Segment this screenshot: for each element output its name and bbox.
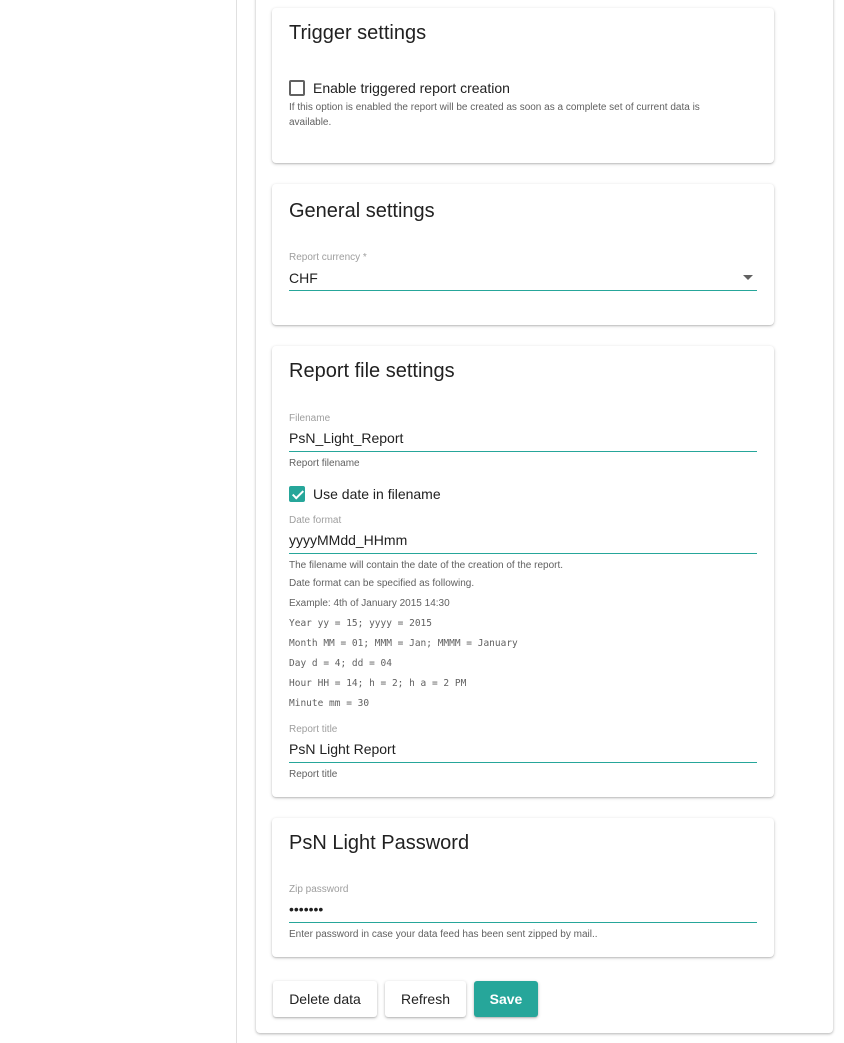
- filename-underline: [289, 451, 757, 452]
- zip-password-underline: [289, 922, 757, 923]
- sidebar-divider: [236, 0, 237, 1043]
- checkbox-label: Enable triggered report creation: [313, 80, 510, 96]
- currency-label: Report currency *: [289, 252, 367, 263]
- currency-select[interactable]: CHF: [289, 270, 318, 286]
- filename-hint: Report filename: [289, 458, 360, 469]
- zip-password-label: Zip password: [289, 884, 349, 895]
- filename-label: Filename: [289, 413, 331, 424]
- date-format-underline: [289, 553, 757, 554]
- filename-input[interactable]: PsN_Light_Report: [289, 430, 403, 446]
- card-title: General settings: [289, 200, 435, 222]
- general-settings-card: General settings Report currency * CHF: [272, 184, 774, 325]
- checkbox-box[interactable]: [289, 80, 305, 96]
- refresh-button[interactable]: Refresh: [385, 981, 466, 1017]
- enable-triggered-checkbox[interactable]: Enable triggered report creation: [289, 80, 510, 96]
- zip-password-hint: Enter password in case your data feed ha…: [289, 929, 598, 940]
- password-card: PsN Light Password Zip password ••••••• …: [272, 818, 774, 957]
- date-example: Hour HH = 14; h = 2; h a = 2 PM: [289, 678, 467, 689]
- report-file-settings-card: Report file settings Filename PsN_Light_…: [272, 346, 774, 797]
- date-example: Minute mm = 30: [289, 698, 370, 709]
- date-format-label: Date format: [289, 515, 342, 526]
- card-title: Trigger settings: [289, 22, 427, 44]
- report-title-underline: [289, 762, 757, 763]
- card-title: PsN Light Password: [289, 832, 470, 854]
- trigger-hint: If this option is enabled the report wil…: [289, 102, 700, 128]
- currency-underline: [289, 290, 757, 291]
- date-example: Day d = 4; dd = 04: [289, 658, 392, 669]
- date-hint: Date format can be specified as followin…: [289, 578, 475, 589]
- date-example: Year yy = 15; yyyy = 2015: [289, 618, 432, 629]
- checkbox-box[interactable]: [289, 486, 305, 502]
- date-example: Month MM = 01; MMM = Jan; MMMM = January: [289, 638, 518, 649]
- use-date-checkbox[interactable]: Use date in filename: [289, 486, 441, 502]
- delete-data-button[interactable]: Delete data: [273, 981, 377, 1017]
- report-title-label: Report title: [289, 724, 338, 735]
- chevron-down-icon[interactable]: [743, 275, 753, 280]
- date-hint: Example: 4th of January 2015 14:30: [289, 598, 450, 609]
- date-format-input[interactable]: yyyyMMdd_HHmm: [289, 532, 407, 548]
- date-hint: The filename will contain the date of th…: [289, 560, 564, 571]
- report-title-input[interactable]: PsN Light Report: [289, 741, 396, 757]
- card-title: Report file settings: [289, 360, 455, 382]
- checkbox-label: Use date in filename: [313, 486, 441, 502]
- trigger-settings-card: Trigger settings Enable triggered report…: [272, 8, 774, 163]
- save-button[interactable]: Save: [474, 981, 538, 1017]
- zip-password-input[interactable]: •••••••: [289, 901, 323, 917]
- report-title-hint: Report title: [289, 769, 338, 780]
